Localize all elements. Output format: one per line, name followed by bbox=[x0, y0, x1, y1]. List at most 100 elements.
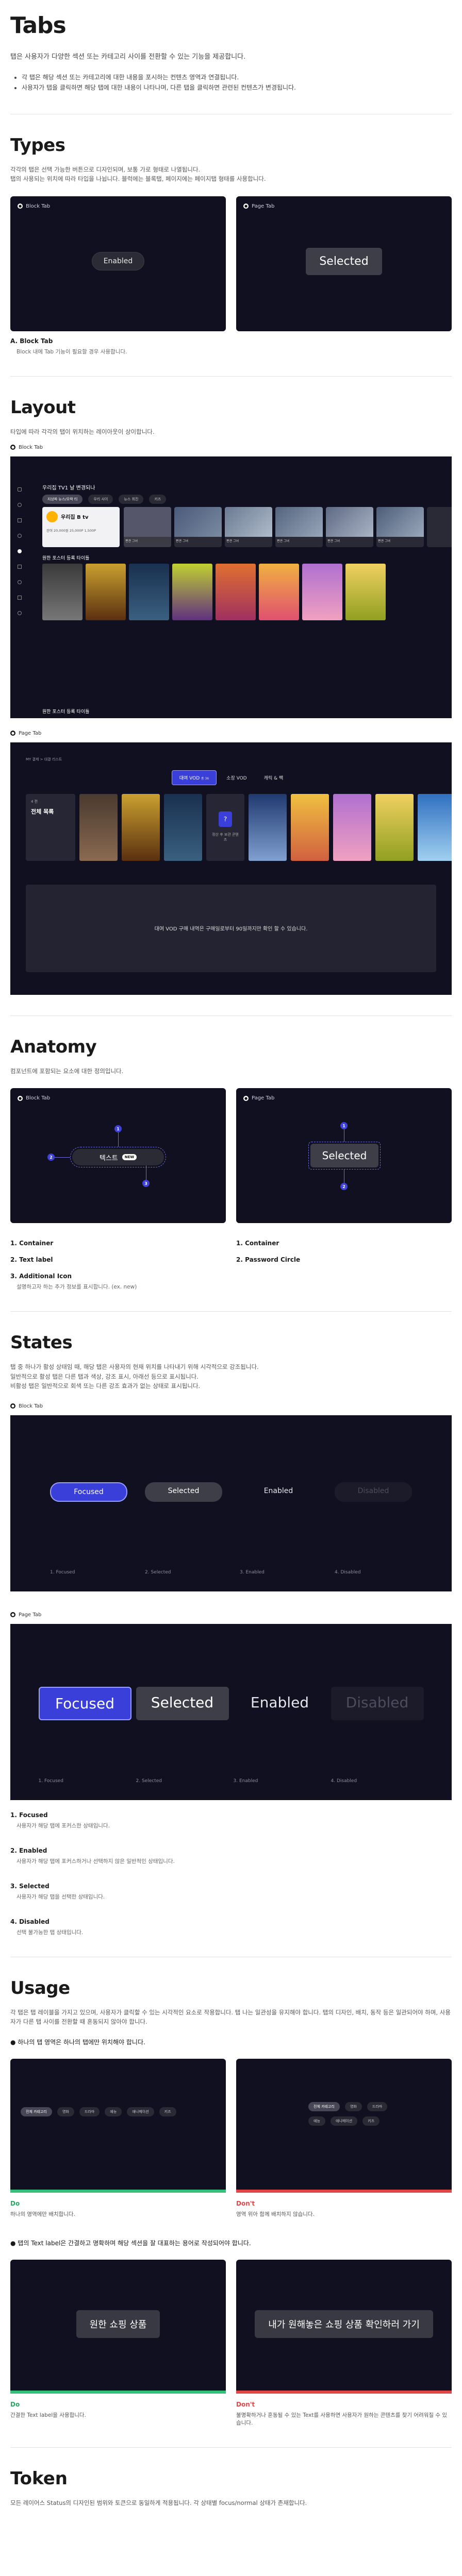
divider bbox=[10, 376, 452, 377]
card-thumb bbox=[376, 506, 424, 537]
layout-page-label: ● Page Tab bbox=[10, 731, 452, 736]
poster[interactable] bbox=[164, 793, 202, 861]
poster[interactable] bbox=[249, 793, 287, 861]
chip[interactable]: 드라마 bbox=[79, 2107, 100, 2117]
block-tab[interactable]: 키즈 bbox=[149, 494, 167, 504]
nav-icon[interactable] bbox=[18, 564, 22, 569]
page-tab[interactable]: 캐릭 & 팩 bbox=[257, 771, 291, 785]
card-thumb bbox=[275, 506, 323, 537]
page-tab-focused[interactable]: 대여 VOD 총 36 bbox=[171, 770, 217, 785]
block-tab[interactable]: 뉴스 최진 bbox=[119, 494, 144, 504]
block-tab[interactable]: 지상파 뉴스/오락 티 bbox=[42, 494, 83, 504]
help-card[interactable]: ? 정산 후 보관 콘텐츠 bbox=[206, 793, 244, 861]
poster[interactable] bbox=[129, 563, 169, 620]
nav-icon[interactable] bbox=[18, 611, 22, 615]
long-label-tab[interactable]: 내가 원해놓은 쇼핑 상품 확인하러 가기 bbox=[255, 2310, 433, 2338]
card-thumb bbox=[326, 506, 373, 537]
recommend-title: 원한 포스터 등록 타이틀 bbox=[42, 555, 90, 561]
chip[interactable]: 드라마 bbox=[367, 2102, 388, 2112]
nav-icon[interactable] bbox=[18, 549, 22, 553]
marker: 2 bbox=[340, 1183, 348, 1191]
state-item: 2. Enabled bbox=[10, 1846, 47, 1854]
poster[interactable] bbox=[302, 563, 342, 620]
poster[interactable] bbox=[86, 563, 126, 620]
page-tab-focused[interactable]: Focused bbox=[38, 1686, 131, 1720]
poster[interactable] bbox=[345, 563, 386, 620]
side-card[interactable]: 4 편 전체 목록 bbox=[26, 793, 75, 861]
anatomy-item: 3. Additional Icon bbox=[10, 1273, 226, 1280]
chip[interactable]: 애니메이션 bbox=[330, 2116, 358, 2126]
nav-icon[interactable] bbox=[18, 502, 22, 507]
chip[interactable]: 애니메이션 bbox=[127, 2107, 154, 2117]
chip[interactable]: 키즈 bbox=[159, 2107, 176, 2117]
poster[interactable] bbox=[333, 793, 371, 861]
do-label: Do bbox=[10, 2401, 20, 2409]
anatomy-item-sub: 설명하고자 하는 추가 정보를 표시합니다. (ex. new) bbox=[16, 1284, 137, 1291]
nav-icon[interactable] bbox=[18, 518, 22, 522]
page-title: Tabs bbox=[10, 12, 67, 39]
block-tab[interactable]: 우리 사이 bbox=[88, 494, 113, 504]
short-label-tab[interactable]: 원한 쇼핑 상품 bbox=[76, 2310, 160, 2338]
card-thumb bbox=[225, 506, 272, 537]
poster[interactable] bbox=[259, 563, 299, 620]
profile-card[interactable]: 우리집 B tv 잔여 20,000원 25,000P 1,500P bbox=[42, 506, 120, 547]
card[interactable]: 편견 그녀 bbox=[275, 506, 323, 547]
page-tab-selected[interactable]: Selected bbox=[306, 247, 382, 275]
states-desc-line: 비활성 탭은 일반적으로 회색 또는 다른 강조 효과가 없는 상태로 표시됩니… bbox=[10, 1382, 201, 1390]
poster[interactable] bbox=[42, 563, 82, 620]
block-tab-enabled[interactable]: Enabled bbox=[91, 251, 145, 270]
poster[interactable] bbox=[122, 793, 160, 861]
block-tab-focused[interactable]: Focused bbox=[50, 1482, 127, 1502]
card-caption: 편견 그녀 bbox=[277, 539, 289, 543]
block-tab-selected[interactable]: Selected bbox=[145, 1482, 222, 1502]
block-state-row: Focused Selected Enabled Disabled bbox=[10, 1482, 452, 1502]
page-tab[interactable]: 소장 VOD bbox=[219, 771, 254, 785]
card[interactable]: 편견 그녀 bbox=[174, 506, 222, 547]
card[interactable]: 편견 그녀 bbox=[376, 506, 424, 547]
chip-row: 전체 카테고리 영화 드라마 예능 애니메이션 키즈 bbox=[21, 2105, 179, 2117]
anatomy-item: 2. Password Circle bbox=[236, 1256, 452, 1263]
usage-do-1: 전체 카테고리 영화 드라마 예능 애니메이션 키즈 Do 하나의 영역에만 배… bbox=[10, 2059, 226, 2218]
card[interactable]: 편견 그녀 bbox=[124, 506, 171, 547]
chip[interactable]: 예능 bbox=[105, 2107, 122, 2117]
chip-grid: 전체 카테고리 영화 드라마 예능 애니메이션 키즈 bbox=[308, 2100, 411, 2126]
poster[interactable] bbox=[216, 563, 256, 620]
nav-icon[interactable] bbox=[18, 487, 22, 492]
poster[interactable] bbox=[172, 563, 212, 620]
info-message: 대여 VOD 구매 내역은 구매일로부터 90일까지만 확인 할 수 있습니다. bbox=[26, 884, 436, 972]
anatomy-page-tab[interactable]: Selected bbox=[310, 1144, 378, 1168]
usage-dont-frame: 내가 원해놓은 쇼핑 상품 확인하러 가기 bbox=[236, 2260, 452, 2391]
card[interactable] bbox=[427, 506, 452, 547]
divider bbox=[10, 2447, 452, 2448]
page-tab-label: ● Page Tab bbox=[243, 204, 274, 209]
marker: 3 bbox=[142, 1180, 150, 1188]
card[interactable]: 편견 그녀 bbox=[225, 506, 272, 547]
page-tab-selected[interactable]: Selected bbox=[136, 1686, 229, 1720]
anatomy-page: ● Page Tab Selected 1 2 bbox=[236, 1088, 452, 1224]
nav-icon[interactable] bbox=[18, 595, 22, 600]
chip[interactable]: 키즈 bbox=[362, 2116, 380, 2126]
anatomy-block-tab[interactable]: 텍스트 NEW bbox=[72, 1149, 164, 1166]
poster[interactable] bbox=[291, 793, 329, 861]
intro-bullets: 각 탭은 해당 섹션 또는 카테고리에 대한 내용을 포시하는 컨텐츠 영역과 … bbox=[10, 72, 452, 93]
poster[interactable] bbox=[375, 793, 414, 861]
chip[interactable]: 영화 bbox=[57, 2107, 74, 2117]
state-item-sub: 사용자가 해당 탭에 포커스하거나 선택하지 않은 일반적인 상태입니다. bbox=[16, 1858, 175, 1865]
nav-icon[interactable] bbox=[18, 580, 22, 584]
label-text: Page Tab bbox=[252, 203, 275, 209]
check-text: 탭의 Text label은 간결하고 명확하며 해당 섹션을 잘 대표하는 용… bbox=[18, 2240, 251, 2247]
item-num: 1. bbox=[10, 1240, 17, 1247]
usage-do-frame: 원한 쇼핑 상품 bbox=[10, 2260, 226, 2391]
page-tab-enabled[interactable]: Enabled bbox=[234, 1687, 326, 1720]
block-tab-enabled[interactable]: Enabled bbox=[240, 1482, 317, 1502]
chip[interactable]: 영화 bbox=[344, 2102, 362, 2112]
chip[interactable]: 예능 bbox=[308, 2116, 325, 2126]
chip[interactable]: 전체 카테고리 bbox=[308, 2102, 340, 2112]
card[interactable]: 편견 그녀 bbox=[326, 506, 373, 547]
chip[interactable]: 전체 카테고리 bbox=[21, 2107, 52, 2117]
poster[interactable] bbox=[79, 793, 118, 861]
poster[interactable] bbox=[418, 793, 452, 861]
page-tab-frame: ● Page Tab Selected bbox=[236, 196, 452, 331]
nav-icon[interactable] bbox=[18, 533, 22, 538]
usage-examples-2: 원한 쇼핑 상품 Do 간결한 Text label을 사용합니다. 내가 원해… bbox=[10, 2260, 452, 2427]
